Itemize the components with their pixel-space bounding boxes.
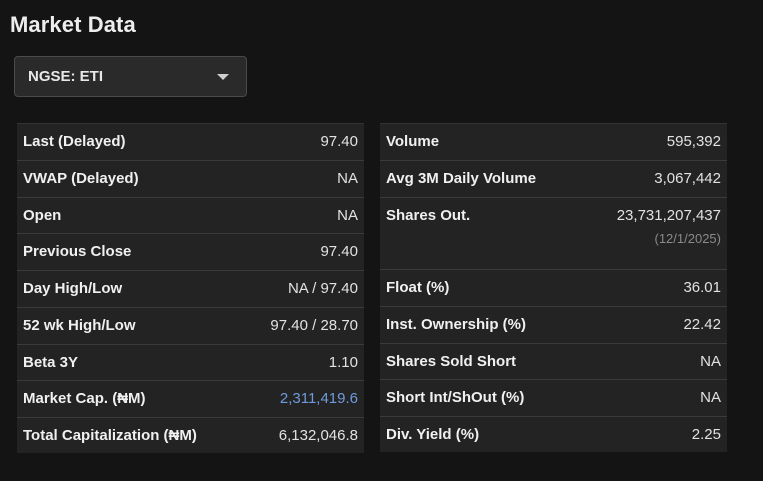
row-label: Shares Sold Short xyxy=(386,353,517,370)
row-value: 23,731,207,437 (12/1/2025) xyxy=(617,207,721,246)
row-value: NA xyxy=(337,207,358,224)
row-label: Shares Out. xyxy=(386,207,471,224)
market-data-right-table: Volume 595,392 Avg 3M Daily Volume 3,067… xyxy=(380,123,727,452)
row-value: NA xyxy=(700,353,721,370)
row-value: 3,067,442 xyxy=(654,170,721,187)
ticker-select[interactable]: NGSE: ETI xyxy=(14,56,247,97)
row-previous-close: Previous Close 97.40 xyxy=(17,233,364,270)
row-volume: Volume 595,392 xyxy=(380,123,727,160)
row-label: Volume xyxy=(386,133,440,150)
row-vwap: VWAP (Delayed) NA xyxy=(17,160,364,197)
row-float: Float (%) 36.01 xyxy=(380,269,727,306)
row-value: 2.25 xyxy=(691,426,721,443)
row-value: 97.40 xyxy=(320,133,358,150)
row-label: VWAP (Delayed) xyxy=(23,170,139,187)
row-label: Short Int/ShOut (%) xyxy=(386,389,525,406)
row-label: Open xyxy=(23,207,62,224)
row-avg-3m-daily-volume: Avg 3M Daily Volume 3,067,442 xyxy=(380,160,727,197)
row-day-high-low: Day High/Low NA / 97.40 xyxy=(17,270,364,307)
row-value: 97.40 xyxy=(320,243,358,260)
row-inst-ownership: Inst. Ownership (%) 22.42 xyxy=(380,306,727,343)
row-total-capitalization: Total Capitalization (₦M) 6,132,046.8 xyxy=(17,417,364,453)
row-value: 1.10 xyxy=(328,354,358,371)
row-value: 36.01 xyxy=(683,279,721,296)
row-label: Previous Close xyxy=(23,243,132,260)
row-value: 595,392 xyxy=(666,133,721,150)
row-last: Last (Delayed) 97.40 xyxy=(17,123,364,160)
row-label: Total Capitalization (₦M) xyxy=(23,427,197,444)
row-short-int-shout: Short Int/ShOut (%) NA xyxy=(380,379,727,416)
chevron-down-icon xyxy=(217,74,229,80)
row-label: 52 wk High/Low xyxy=(23,317,136,334)
row-label: Inst. Ownership (%) xyxy=(386,316,527,333)
shares-out-value: 23,731,207,437 xyxy=(616,207,721,224)
row-label: Last (Delayed) xyxy=(23,133,126,150)
ticker-select-value: NGSE: ETI xyxy=(28,68,104,85)
row-label: Day High/Low xyxy=(23,280,123,297)
row-value: 22.42 xyxy=(683,316,721,333)
row-div-yield: Div. Yield (%) 2.25 xyxy=(380,416,727,452)
row-label: Div. Yield (%) xyxy=(386,426,480,443)
row-label: Market Cap. (₦M) xyxy=(23,390,146,407)
row-shares-out: Shares Out. 23,731,207,437 (12/1/2025) xyxy=(380,197,727,269)
row-52wk-high-low: 52 wk High/Low 97.40 / 28.70 xyxy=(17,307,364,344)
row-value: NA xyxy=(337,170,358,187)
row-market-cap: Market Cap. (₦M) 2,311,419.6 xyxy=(17,380,364,417)
row-label: Float (%) xyxy=(386,279,450,296)
page-title: Market Data xyxy=(10,12,136,37)
market-cap-link[interactable]: 2,311,419.6 xyxy=(280,390,358,407)
row-shares-sold-short: Shares Sold Short NA xyxy=(380,343,727,379)
row-label: Avg 3M Daily Volume xyxy=(386,170,537,187)
shares-out-date: (12/1/2025) xyxy=(654,231,722,246)
row-value: 6,132,046.8 xyxy=(278,427,358,444)
row-value: NA xyxy=(700,389,721,406)
row-label: Beta 3Y xyxy=(23,354,79,371)
row-open: Open NA xyxy=(17,197,364,233)
row-value: NA / 97.40 xyxy=(287,280,358,297)
row-beta-3y: Beta 3Y 1.10 xyxy=(17,344,364,380)
row-value: 97.40 / 28.70 xyxy=(270,317,358,334)
market-data-left-table: Last (Delayed) 97.40 VWAP (Delayed) NA O… xyxy=(17,123,364,453)
